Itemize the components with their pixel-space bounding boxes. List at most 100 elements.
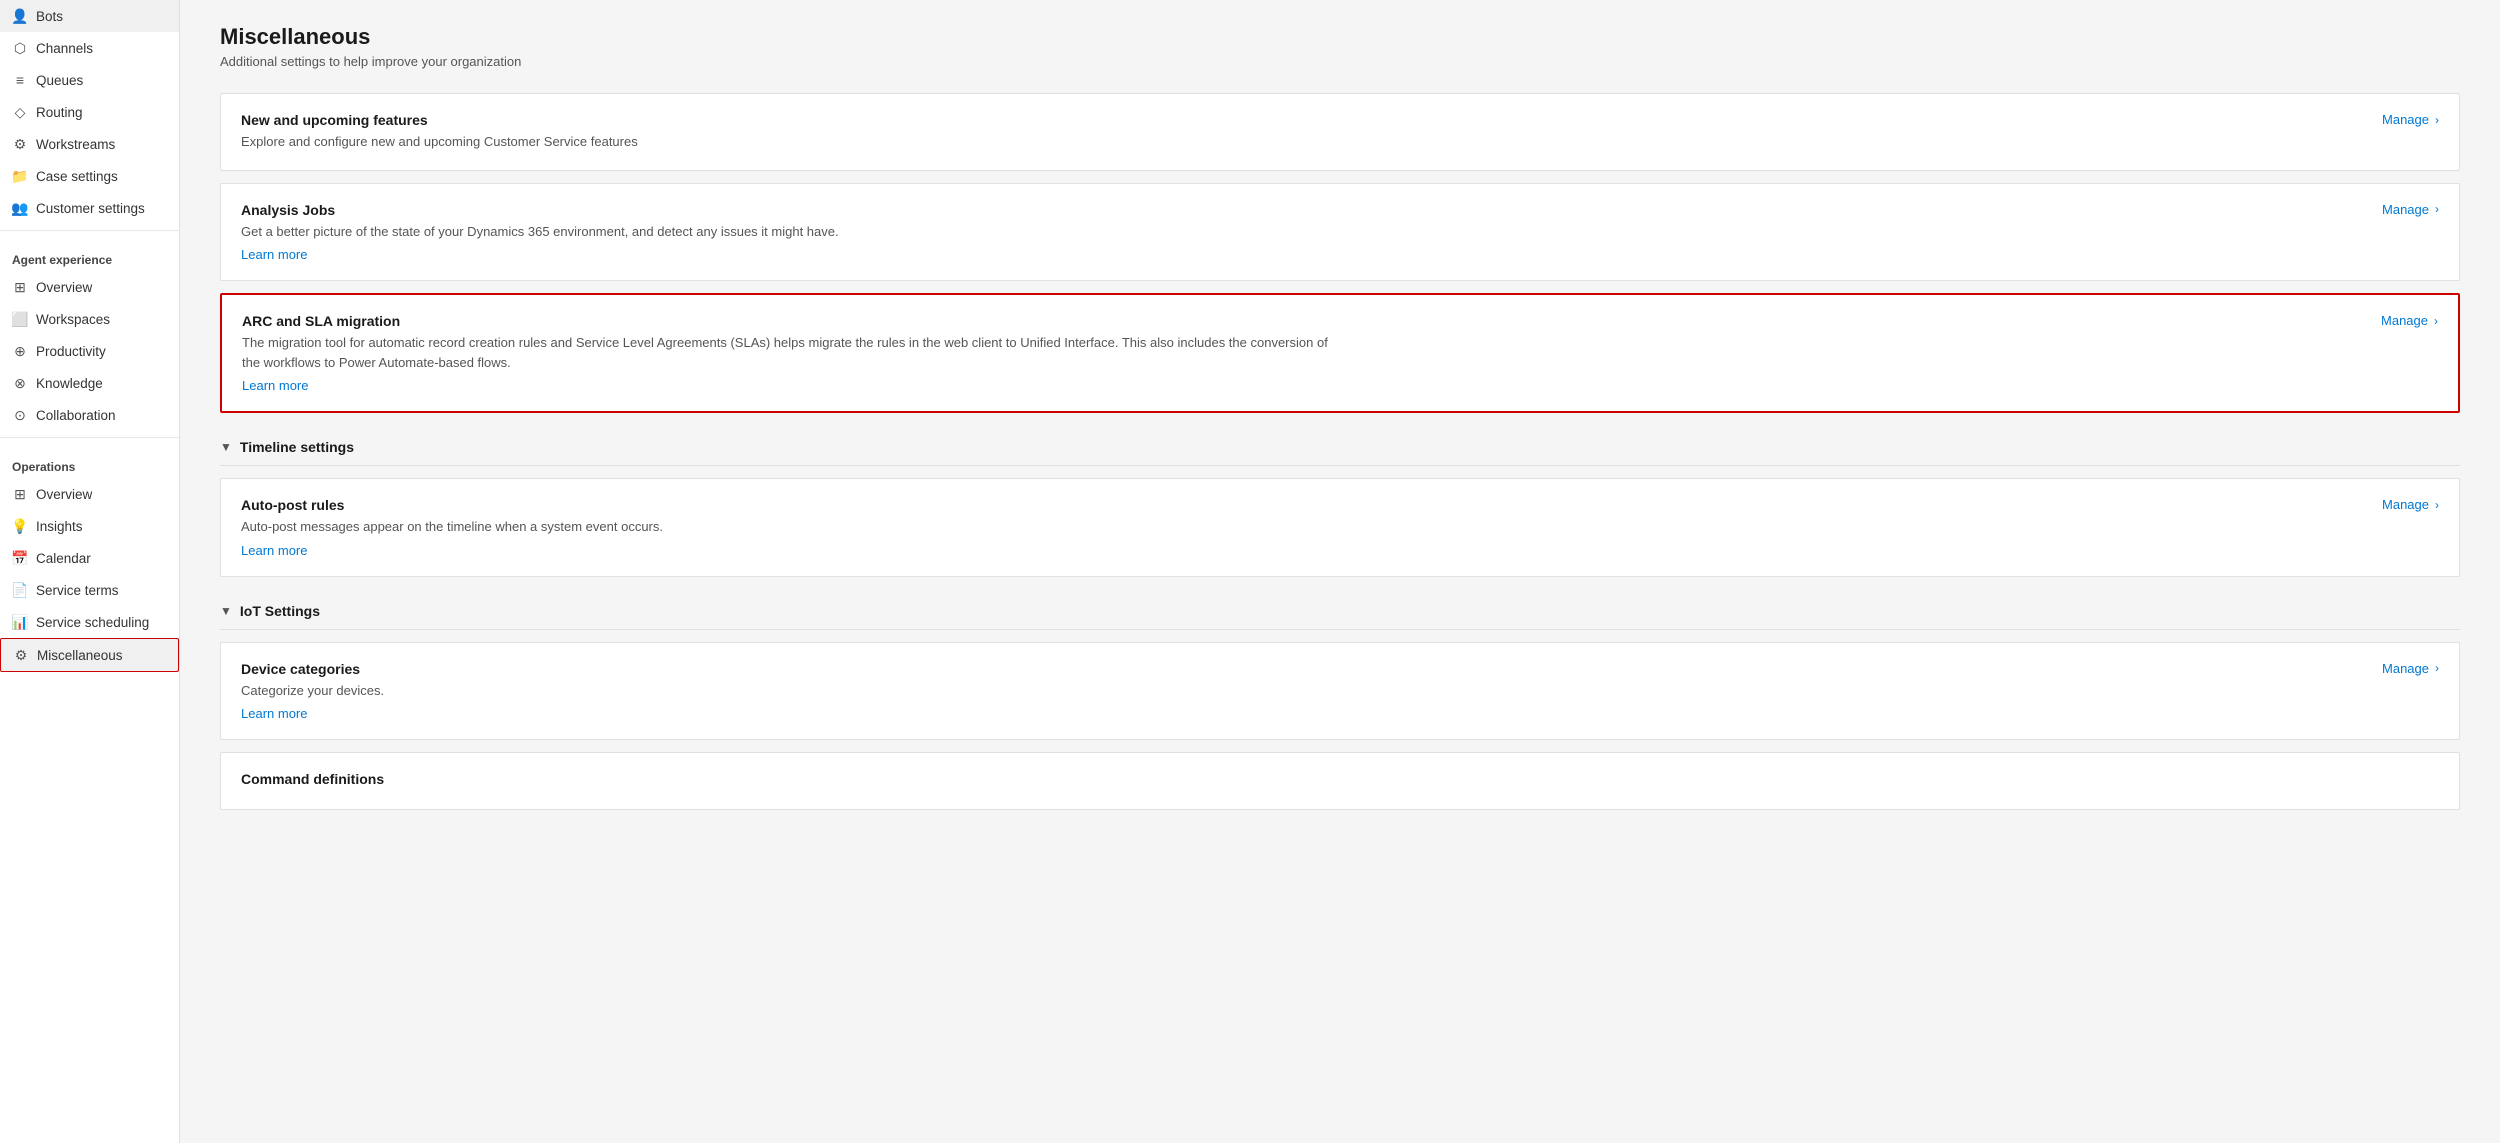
sidebar-item-channels[interactable]: ⬡ Channels [0, 32, 179, 64]
iot-settings-label: IoT Settings [240, 603, 320, 619]
sidebar-label-ae-productivity: Productivity [36, 344, 106, 359]
iot-settings-header[interactable]: ▼ IoT Settings [220, 589, 2460, 630]
op-calendar-icon: 📅 [12, 550, 28, 566]
sidebar-label-channels: Channels [36, 41, 93, 56]
workstreams-icon: ⚙ [12, 136, 28, 152]
sidebar: 👤 Bots ⬡ Channels ≡ Queues ◇ Routing ⚙ W… [0, 0, 180, 1143]
sidebar-item-bots[interactable]: 👤 Bots [0, 0, 179, 32]
sidebar-label-op-calendar: Calendar [36, 551, 91, 566]
sidebar-item-op-service-terms[interactable]: 📄 Service terms [0, 574, 179, 606]
card-device-categories-content: Device categories Categorize your device… [241, 661, 2358, 722]
card-auto-post-title: Auto-post rules [241, 497, 2358, 513]
card-auto-post-desc: Auto-post messages appear on the timelin… [241, 517, 1341, 537]
card-new-upcoming: New and upcoming features Explore and co… [220, 93, 2460, 171]
agent-experience-header: Agent experience [0, 243, 179, 271]
sidebar-item-ae-knowledge[interactable]: ⊗ Knowledge [0, 367, 179, 399]
card-command-definitions-title: Command definitions [241, 771, 2439, 787]
sidebar-label-op-service-terms: Service terms [36, 583, 119, 598]
sidebar-item-case-settings[interactable]: 📁 Case settings [0, 160, 179, 192]
sidebar-item-op-calendar[interactable]: 📅 Calendar [0, 542, 179, 574]
ae-workspaces-icon: ⬜ [12, 311, 28, 327]
sidebar-label-ae-collaboration: Collaboration [36, 408, 116, 423]
manage-arc-sla-chevron: › [2434, 314, 2438, 328]
sidebar-item-op-miscellaneous[interactable]: ⚙ Miscellaneous [0, 638, 179, 672]
sidebar-label-routing: Routing [36, 105, 83, 120]
card-new-upcoming-content: New and upcoming features Explore and co… [241, 112, 2358, 152]
ae-productivity-icon: ⊕ [12, 343, 28, 359]
card-analysis-jobs-title: Analysis Jobs [241, 202, 2358, 218]
case-settings-icon: 📁 [12, 168, 28, 184]
ae-overview-icon: ⊞ [12, 279, 28, 295]
card-auto-post: Auto-post rules Auto-post messages appea… [220, 478, 2460, 577]
sidebar-label-bots: Bots [36, 9, 63, 24]
card-arc-sla-title: ARC and SLA migration [242, 313, 2357, 329]
analysis-jobs-learn-more-link[interactable]: Learn more [241, 247, 2358, 262]
sidebar-item-workstreams[interactable]: ⚙ Workstreams [0, 128, 179, 160]
op-service-terms-icon: 📄 [12, 582, 28, 598]
sidebar-label-op-insights: Insights [36, 519, 83, 534]
sidebar-item-ae-collaboration[interactable]: ⊙ Collaboration [0, 399, 179, 431]
card-arc-sla-content: ARC and SLA migration The migration tool… [242, 313, 2357, 393]
main-content: Miscellaneous Additional settings to hel… [180, 0, 2500, 1143]
sidebar-label-op-service-scheduling: Service scheduling [36, 615, 149, 630]
card-device-categories-title: Device categories [241, 661, 2358, 677]
sidebar-label-ae-workspaces: Workspaces [36, 312, 110, 327]
iot-chevron-icon: ▼ [220, 604, 232, 618]
sidebar-label-ae-overview: Overview [36, 280, 92, 295]
card-device-categories: Device categories Categorize your device… [220, 642, 2460, 741]
timeline-settings-header[interactable]: ▼ Timeline settings [220, 425, 2460, 466]
ae-collaboration-icon: ⊙ [12, 407, 28, 423]
card-auto-post-content: Auto-post rules Auto-post messages appea… [241, 497, 2358, 558]
manage-new-upcoming-chevron: › [2435, 113, 2439, 127]
manage-analysis-jobs-chevron: › [2435, 202, 2439, 216]
sidebar-item-ae-overview[interactable]: ⊞ Overview [0, 271, 179, 303]
sidebar-label-queues: Queues [36, 73, 83, 88]
card-new-upcoming-title: New and upcoming features [241, 112, 2358, 128]
sidebar-item-ae-productivity[interactable]: ⊕ Productivity [0, 335, 179, 367]
card-arc-sla: ARC and SLA migration The migration tool… [220, 293, 2460, 413]
sidebar-item-queues[interactable]: ≡ Queues [0, 64, 179, 96]
page-subtitle: Additional settings to help improve your… [220, 54, 2460, 69]
divider-1 [0, 230, 179, 231]
page-title: Miscellaneous [220, 24, 2460, 50]
sidebar-item-op-overview[interactable]: ⊞ Overview [0, 478, 179, 510]
op-service-scheduling-icon: 📊 [12, 614, 28, 630]
sidebar-label-workstreams: Workstreams [36, 137, 115, 152]
sidebar-label-case-settings: Case settings [36, 169, 118, 184]
card-analysis-jobs-content: Analysis Jobs Get a better picture of th… [241, 202, 2358, 263]
bots-icon: 👤 [12, 8, 28, 24]
divider-2 [0, 437, 179, 438]
auto-post-learn-more-link[interactable]: Learn more [241, 543, 2358, 558]
ae-knowledge-icon: ⊗ [12, 375, 28, 391]
sidebar-label-ae-knowledge: Knowledge [36, 376, 103, 391]
op-overview-icon: ⊞ [12, 486, 28, 502]
device-categories-learn-more-link[interactable]: Learn more [241, 706, 2358, 721]
arc-sla-learn-more-link[interactable]: Learn more [242, 378, 2357, 393]
sidebar-item-op-service-scheduling[interactable]: 📊 Service scheduling [0, 606, 179, 638]
manage-auto-post-button[interactable]: Manage › [2382, 497, 2439, 512]
operations-header: Operations [0, 450, 179, 478]
sidebar-item-routing[interactable]: ◇ Routing [0, 96, 179, 128]
sidebar-label-op-overview: Overview [36, 487, 92, 502]
manage-analysis-jobs-button[interactable]: Manage › [2382, 202, 2439, 217]
sidebar-item-ae-workspaces[interactable]: ⬜ Workspaces [0, 303, 179, 335]
manage-arc-sla-button[interactable]: Manage › [2381, 313, 2438, 328]
manage-new-upcoming-button[interactable]: Manage › [2382, 112, 2439, 127]
sidebar-label-op-miscellaneous: Miscellaneous [37, 648, 123, 663]
card-device-categories-desc: Categorize your devices. [241, 681, 1341, 701]
manage-device-categories-chevron: › [2435, 661, 2439, 675]
card-new-upcoming-desc: Explore and configure new and upcoming C… [241, 132, 1341, 152]
routing-icon: ◇ [12, 104, 28, 120]
timeline-settings-label: Timeline settings [240, 439, 354, 455]
manage-auto-post-chevron: › [2435, 498, 2439, 512]
card-analysis-jobs: Analysis Jobs Get a better picture of th… [220, 183, 2460, 282]
card-command-definitions-content: Command definitions [241, 771, 2439, 791]
manage-device-categories-button[interactable]: Manage › [2382, 661, 2439, 676]
card-command-definitions: Command definitions [220, 752, 2460, 810]
sidebar-item-customer-settings[interactable]: 👥 Customer settings [0, 192, 179, 224]
channels-icon: ⬡ [12, 40, 28, 56]
op-miscellaneous-icon: ⚙ [13, 647, 29, 663]
sidebar-item-op-insights[interactable]: 💡 Insights [0, 510, 179, 542]
customer-settings-icon: 👥 [12, 200, 28, 216]
sidebar-label-customer-settings: Customer settings [36, 201, 145, 216]
